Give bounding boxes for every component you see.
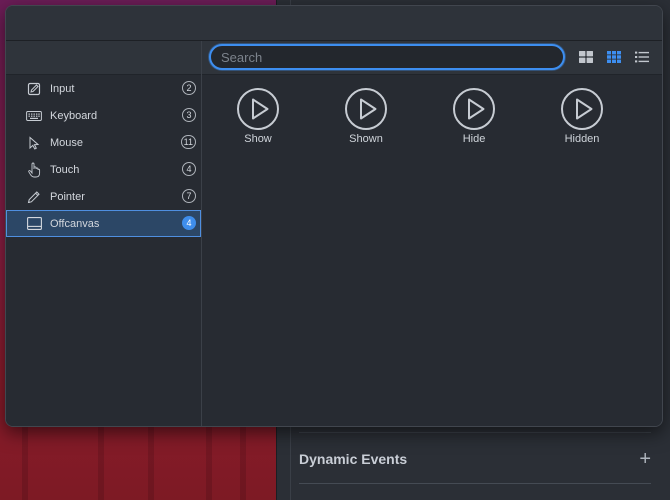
hand-pointer-icon <box>26 162 42 178</box>
count-badge: 4 <box>182 162 196 176</box>
count-badge: 11 <box>180 135 196 149</box>
sidebar-item-mouse[interactable]: Mouse 11 <box>6 129 201 156</box>
events-toolbar <box>202 41 662 75</box>
play-circle-icon <box>561 88 603 130</box>
event-tile-hidden[interactable]: Hidden <box>542 87 622 145</box>
event-label: Hidden <box>564 133 600 145</box>
sidebar-item-label: Keyboard <box>50 109 98 122</box>
event-tile-show[interactable]: Show <box>218 87 298 145</box>
sidebar-item-label: Input <box>50 82 75 95</box>
dynamic-events-title: Dynamic Events <box>299 451 408 467</box>
event-tile-shown[interactable]: Shown <box>326 87 406 145</box>
count-badge: 4 <box>182 216 196 230</box>
sidebar-item-label: Touch <box>50 163 80 176</box>
event-tile-hide[interactable]: Hide <box>434 87 514 145</box>
section-divider <box>299 483 651 484</box>
play-circle-icon <box>453 88 495 130</box>
cursor-arrow-icon <box>26 135 42 151</box>
count-badge: 3 <box>182 108 196 122</box>
count-badge: 7 <box>182 189 196 203</box>
background-stripe <box>148 420 154 500</box>
events-panel: Show Shown Hide Hidden <box>202 41 662 426</box>
panel-icon <box>26 216 42 232</box>
sidebar-header <box>6 41 201 75</box>
background-stripe <box>240 420 246 500</box>
list-view-icon[interactable] <box>634 49 650 65</box>
background-stripe <box>98 420 104 500</box>
pen-icon <box>26 189 42 205</box>
event-picker-popup: Input 2 Keyboard 3 Mouse 11 Touch 4 Poin… <box>5 5 663 427</box>
category-list: Input 2 Keyboard 3 Mouse 11 Touch 4 Poin… <box>6 75 201 237</box>
sidebar-item-keyboard[interactable]: Keyboard 3 <box>6 102 201 129</box>
keyboard-icon <box>26 108 42 124</box>
count-badge: 2 <box>182 81 196 95</box>
sidebar-item-pointer[interactable]: Pointer 7 <box>6 183 201 210</box>
popup-titlebar[interactable] <box>6 6 662 41</box>
sidebar-item-label: Pointer <box>50 190 85 203</box>
large-grid-view-icon[interactable] <box>578 49 594 65</box>
category-sidebar: Input 2 Keyboard 3 Mouse 11 Touch 4 Poin… <box>6 41 202 426</box>
background-stripe <box>206 420 212 500</box>
small-grid-view-icon[interactable] <box>606 49 622 65</box>
dynamic-events-section[interactable]: Dynamic Events + <box>299 446 651 472</box>
pencil-square-icon <box>26 81 42 97</box>
sidebar-item-label: Offcanvas <box>50 217 100 230</box>
section-divider <box>299 432 651 433</box>
play-circle-icon <box>345 88 387 130</box>
add-dynamic-event-icon[interactable]: + <box>639 449 651 469</box>
background-stripe <box>22 420 28 500</box>
event-label: Hide <box>462 133 486 145</box>
event-label: Show <box>244 133 272 145</box>
sidebar-item-input[interactable]: Input 2 <box>6 75 201 102</box>
sidebar-item-offcanvas[interactable]: Offcanvas 4 <box>6 210 201 237</box>
event-label: Shown <box>349 133 383 145</box>
search-input[interactable] <box>209 44 565 70</box>
play-circle-icon <box>237 88 279 130</box>
sidebar-item-label: Mouse <box>50 136 84 149</box>
sidebar-item-touch[interactable]: Touch 4 <box>6 156 201 183</box>
